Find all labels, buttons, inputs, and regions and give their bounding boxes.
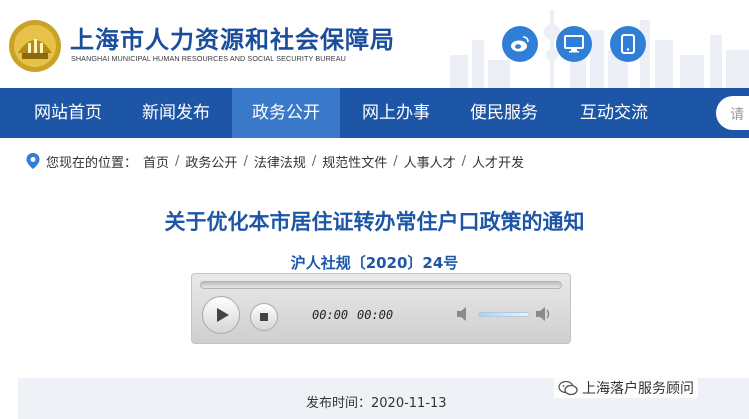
breadcrumb-item-government-affairs[interactable]: 政务公开 — [185, 152, 237, 171]
volume-up-icon[interactable] — [535, 305, 553, 323]
monitor-glyph-icon — [564, 35, 584, 53]
breadcrumb-separator: / — [243, 153, 248, 169]
weibo-icon[interactable] — [502, 26, 538, 62]
volume-down-icon[interactable] — [455, 305, 473, 323]
main-navigation: 网站首页 新闻发布 政务公开 网上办事 便民服务 互动交流 — [0, 88, 749, 138]
publish-date: 发布时间：2020-11-13 — [306, 396, 447, 411]
wechat-icon — [558, 380, 578, 396]
weibo-glyph-icon — [511, 36, 529, 52]
breadcrumb-item-talent-development[interactable]: 人才开发 — [472, 152, 524, 171]
breadcrumb-item-personnel[interactable]: 人事人才 — [404, 152, 456, 171]
site-title: 上海市人力资源和社会保障局 — [70, 26, 395, 54]
document-number: 沪人社规〔2020〕24号 — [290, 254, 459, 272]
audio-progress-bar[interactable] — [200, 281, 562, 289]
nav-item-news[interactable]: 新闻发布 — [126, 88, 226, 138]
total-time: 00:00 — [357, 308, 394, 322]
city-skyline-decoration — [450, 10, 749, 88]
breadcrumb: 您现在的位置： 首页 / 政务公开 / 法律法规 / 规范性文件 / 人事人才 … — [26, 151, 524, 171]
breadcrumb-separator: / — [461, 153, 467, 169]
search-input[interactable]: 请 — [716, 96, 749, 130]
breadcrumb-item-home[interactable]: 首页 — [143, 152, 169, 171]
current-time: 00:00 — [312, 308, 349, 322]
wechat-watermark: 上海落户服务顾问 — [554, 378, 698, 398]
nav-item-interaction[interactable]: 互动交流 — [564, 88, 664, 138]
breadcrumb-separator: / — [311, 153, 317, 169]
site-header: 上海市人力资源和社会保障局 SHANGHAI MUNICIPAL HUMAN R… — [0, 0, 749, 88]
nav-item-home[interactable]: 网站首页 — [18, 88, 118, 138]
phone-glyph-icon — [621, 34, 635, 54]
play-button[interactable] — [202, 296, 240, 334]
computer-icon[interactable] — [556, 26, 592, 62]
audio-player: 00:00 00:00 — [191, 273, 571, 344]
bureau-logo-icon — [9, 20, 61, 72]
breadcrumb-item-normative-docs[interactable]: 规范性文件 — [322, 152, 387, 171]
breadcrumb-prefix: 您现在的位置： — [46, 155, 138, 171]
volume-slider[interactable] — [478, 312, 530, 317]
breadcrumb-item-laws[interactable]: 法律法规 — [254, 152, 306, 171]
nav-item-government-affairs[interactable]: 政务公开 — [232, 88, 340, 138]
site-subtitle: SHANGHAI MUNICIPAL HUMAN RESOURCES AND S… — [71, 54, 346, 63]
stop-button[interactable] — [250, 303, 278, 331]
nav-item-public-services[interactable]: 便民服务 — [454, 88, 554, 138]
breadcrumb-separator: / — [393, 153, 398, 169]
watermark-text: 上海落户服务顾问 — [582, 381, 694, 397]
nav-item-online-services[interactable]: 网上办事 — [346, 88, 446, 138]
location-pin-icon — [26, 153, 40, 169]
search-placeholder: 请 — [730, 107, 744, 123]
mobile-icon[interactable] — [610, 26, 646, 62]
article-title: 关于优化本市居住证转办常住户口政策的通知 — [164, 210, 585, 234]
breadcrumb-separator: / — [175, 153, 180, 169]
